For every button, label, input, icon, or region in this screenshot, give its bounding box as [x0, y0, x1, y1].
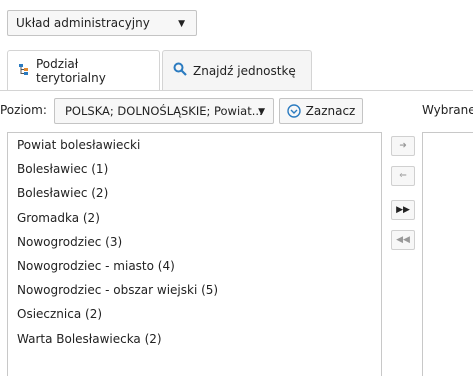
move-left-button[interactable]: ⇐ — [391, 166, 415, 186]
list-item[interactable]: Gromadka (2) — [8, 206, 381, 230]
mark-button-label: Zaznacz — [305, 104, 356, 118]
available-units-list: Powiat bolesławiecki Bolesławiec (1) Bol… — [7, 132, 382, 376]
chevron-circle-down-icon — [286, 104, 301, 118]
tab-divider — [0, 90, 473, 91]
search-icon — [173, 62, 187, 79]
mark-button[interactable]: Zaznacz — [279, 98, 363, 124]
layout-select[interactable]: Układ administracyjny ▼ — [7, 10, 197, 36]
level-select[interactable]: POLSKA; DOLNOŚLĄSKIE; Powiat... ▼ — [54, 98, 274, 124]
layout-select-label: Układ administracyjny — [16, 16, 150, 30]
list-item[interactable]: Bolesławiec (1) — [8, 157, 381, 181]
double-arrow-right-icon: ▶▶ — [396, 205, 410, 215]
caret-down-icon: ▼ — [178, 19, 185, 29]
list-item[interactable]: Nowogrodziec - obszar wiejski (5) — [8, 278, 381, 302]
list-item[interactable]: Nowogrodziec - miasto (4) — [8, 254, 381, 278]
list-item[interactable]: Powiat bolesławiecki — [8, 133, 381, 157]
arrow-left-icon: ⇐ — [399, 171, 407, 181]
tree-icon — [18, 63, 30, 79]
tab-find-unit[interactable]: Znajdź jednostkę — [162, 50, 312, 90]
tab-territorial-division-label: Podział terytorialny — [36, 56, 106, 85]
selected-units-list — [422, 132, 473, 376]
double-arrow-left-icon: ◀◀ — [396, 235, 410, 245]
list-item[interactable]: Warta Bolesławiecka (2) — [8, 327, 381, 351]
level-select-value: POLSKA; DOLNOŚLĄSKIE; Powiat... — [65, 104, 263, 118]
tab-territorial-division[interactable]: Podział terytorialny — [7, 50, 160, 90]
tab-find-unit-label: Znajdź jednostkę — [193, 63, 296, 78]
arrow-right-icon: ➜ — [399, 141, 407, 151]
level-label: Poziom: — [0, 103, 47, 117]
selected-label: Wybrane — [422, 103, 473, 117]
move-all-right-button[interactable]: ▶▶ — [391, 200, 415, 220]
list-item[interactable]: Osiecznica (2) — [8, 302, 381, 326]
caret-down-icon: ▼ — [258, 107, 265, 117]
move-right-button[interactable]: ➜ — [391, 136, 415, 156]
move-all-left-button[interactable]: ◀◀ — [391, 230, 415, 250]
list-item[interactable]: Nowogrodziec (3) — [8, 230, 381, 254]
list-item[interactable]: Bolesławiec (2) — [8, 181, 381, 205]
